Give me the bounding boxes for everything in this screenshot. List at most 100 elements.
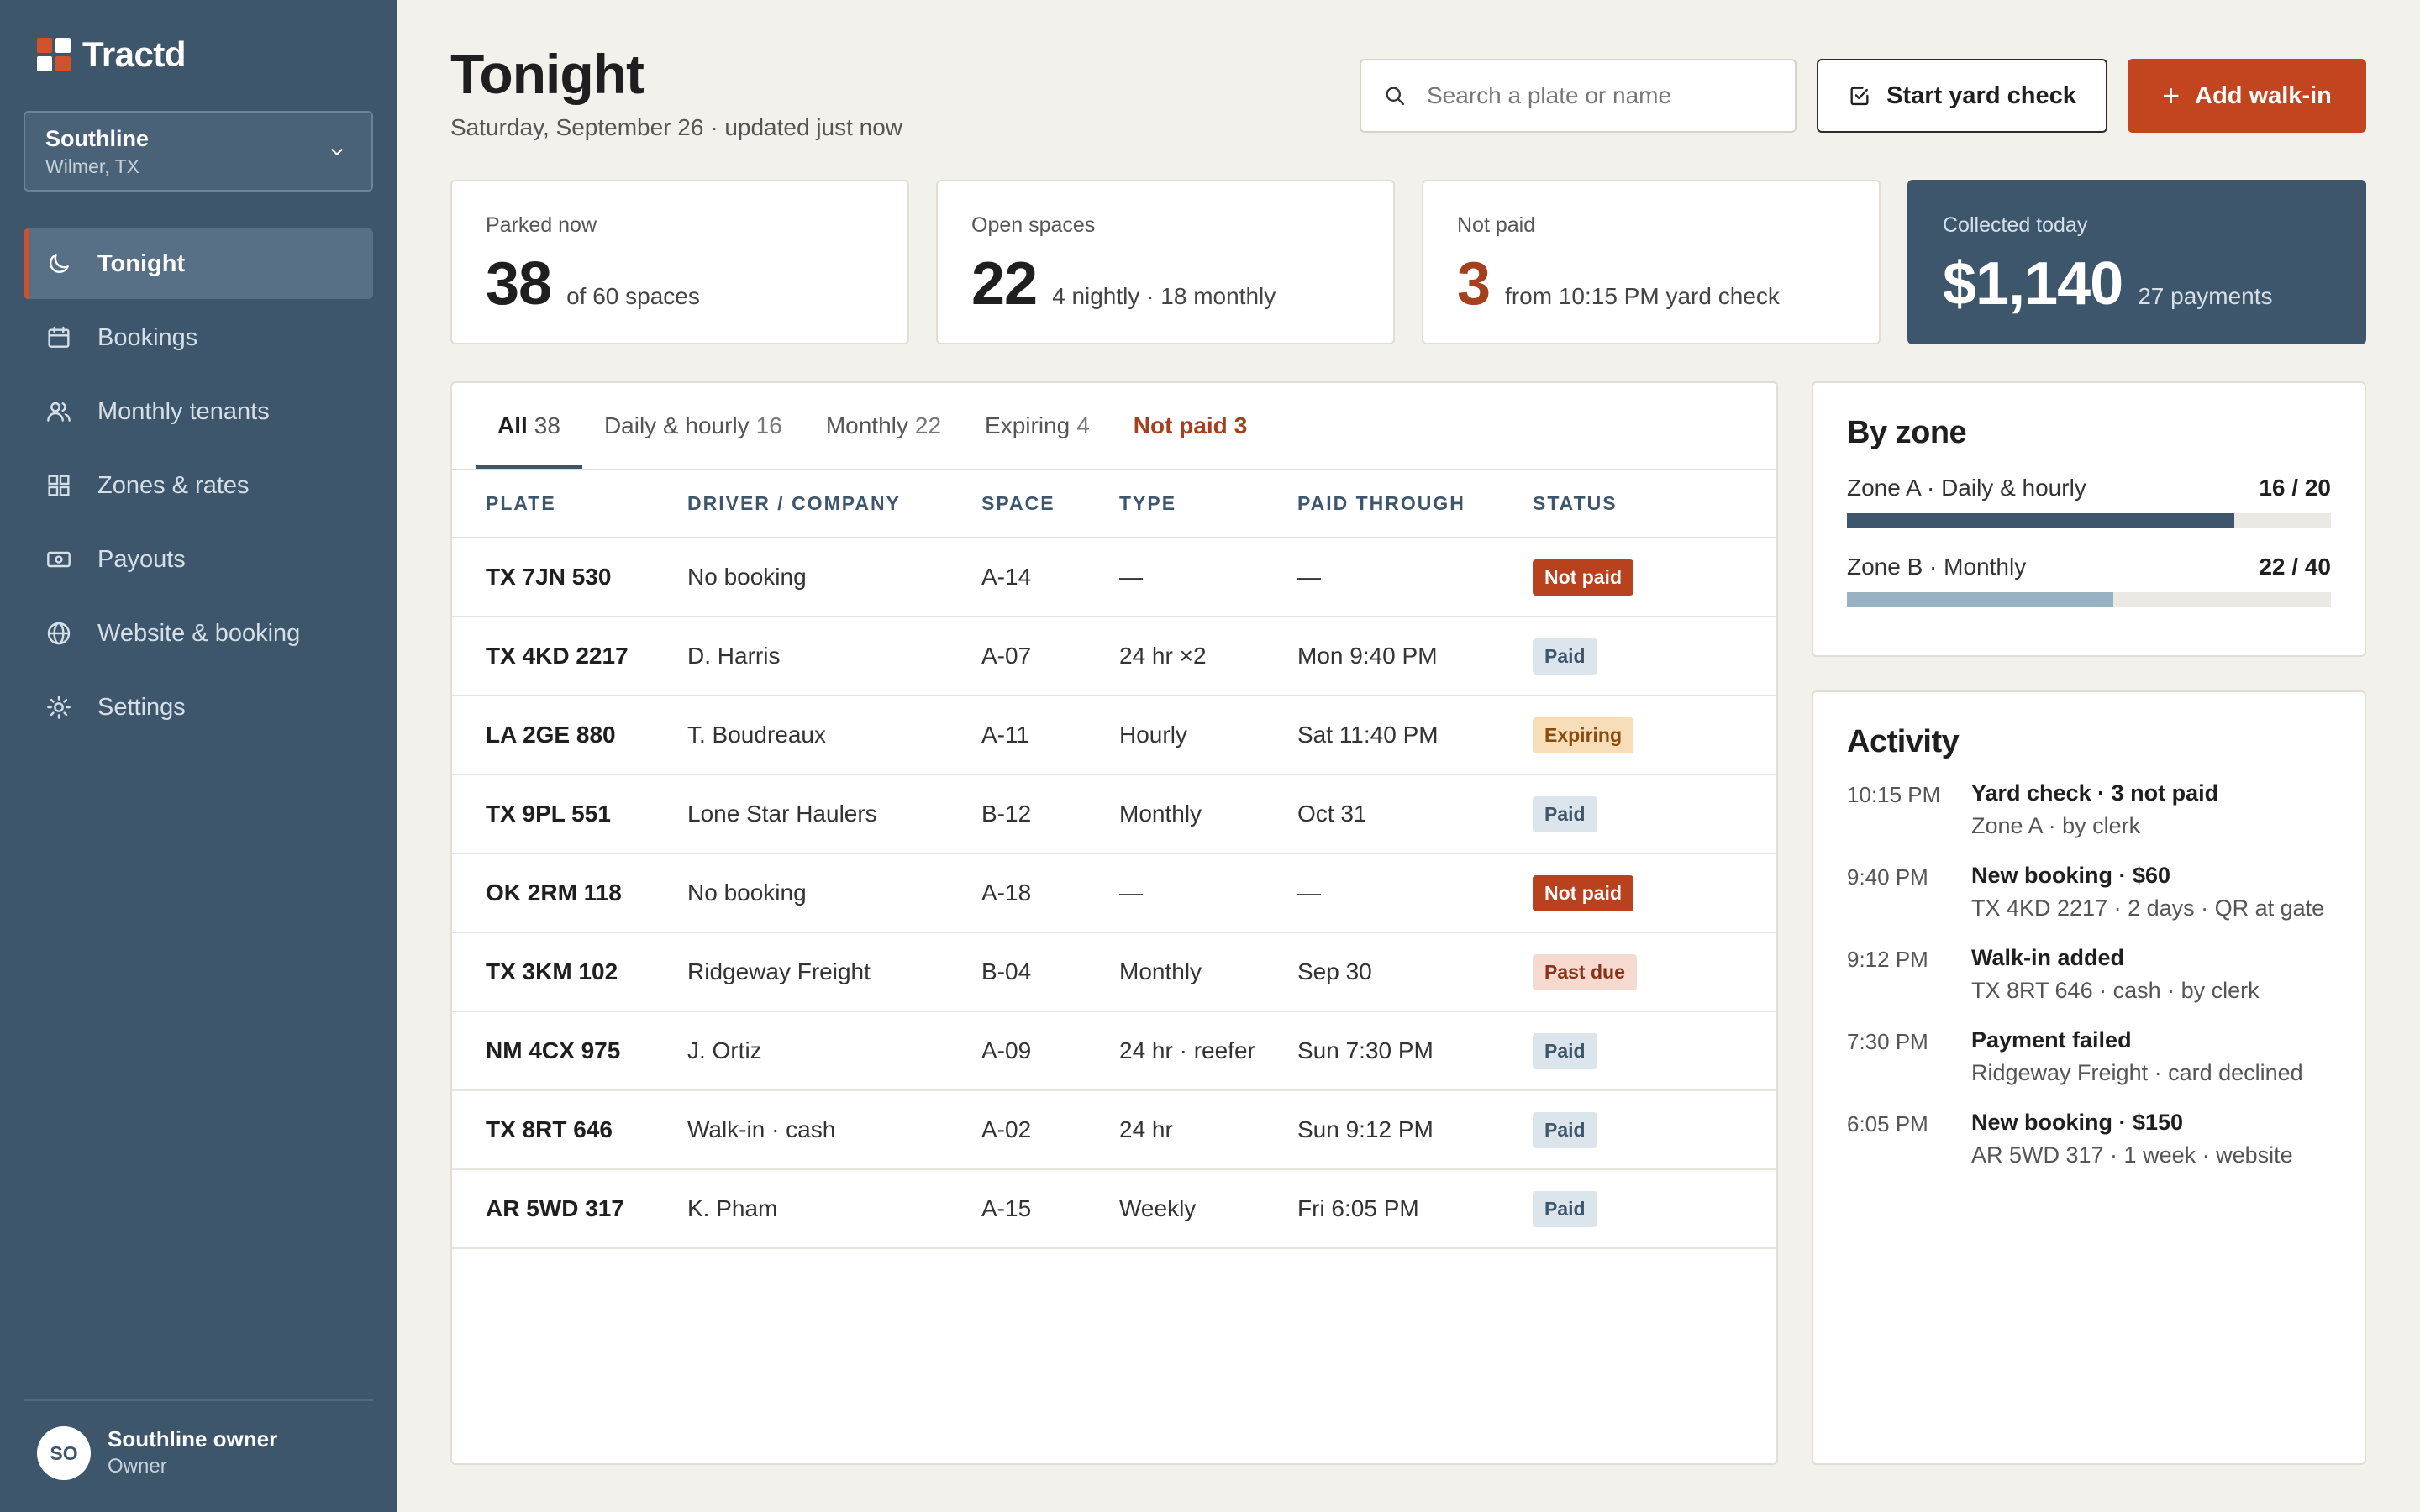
activity-item[interactable]: 10:15 PM Yard check · 3 not paid Zone A … xyxy=(1847,780,2331,839)
tab-all[interactable]: All 38 xyxy=(476,383,582,469)
table-row[interactable]: TX 9PL 551 Lone Star Haulers B-12 Monthl… xyxy=(452,774,1776,854)
type-cell: Monthly xyxy=(1119,932,1297,1012)
activity-list: 10:15 PM Yard check · 3 not paid Zone A … xyxy=(1847,780,2331,1168)
tab-count: 4 xyxy=(1076,412,1090,438)
sidebar-item-label: Monthly tenants xyxy=(97,397,270,425)
column-header-status[interactable]: STATUS xyxy=(1533,470,1776,538)
start-yard-check-button[interactable]: Start yard check xyxy=(1817,59,2107,133)
sidebar-item-zones-rates[interactable]: Zones & rates xyxy=(24,450,373,521)
calendar-icon xyxy=(45,324,72,351)
table-row[interactable]: AR 5WD 317 K. Pham A-15 Weekly Fri 6:05 … xyxy=(452,1169,1776,1249)
cash-icon xyxy=(45,546,72,573)
add-walk-in-label: Add walk-in xyxy=(2195,81,2332,109)
user-role: Owner xyxy=(108,1455,167,1478)
driver-cell: Walk-in · cash xyxy=(687,1090,981,1170)
status-cell: Expiring xyxy=(1533,696,1776,775)
table-row[interactable]: LA 2GE 880 T. Boudreaux A-11 Hourly Sat … xyxy=(452,696,1776,775)
type-cell: 24 hr ×2 xyxy=(1119,617,1297,696)
driver-cell: Ridgeway Freight xyxy=(687,932,981,1012)
zone-occupancy-bar xyxy=(1847,592,2331,607)
sidebar: Tractd Southline Wilmer, TX Tonight Book… xyxy=(0,0,397,1512)
status-cell: Not paid xyxy=(1533,538,1776,617)
tab-monthly[interactable]: Monthly 22 xyxy=(804,383,963,469)
stat-label: Parked now xyxy=(486,213,597,237)
space-cell: B-12 xyxy=(981,774,1119,854)
site-name: Southline xyxy=(45,126,149,151)
table-row[interactable]: OK 2RM 118 No booking A-18 — — Not paid xyxy=(452,853,1776,933)
site-selector[interactable]: Southline Wilmer, TX xyxy=(24,111,373,192)
sidebar-item-tonight[interactable]: Tonight xyxy=(24,228,373,299)
type-cell: 24 hr · reefer xyxy=(1119,1011,1297,1091)
zone-occupancy: 16 / 20 xyxy=(2259,475,2331,501)
table-row[interactable]: TX 8RT 646 Walk-in · cash A-02 24 hr Sun… xyxy=(452,1090,1776,1170)
status-cell: Paid xyxy=(1533,774,1776,854)
zone-occupancy-fill xyxy=(1847,592,2113,607)
sidebar-item-label: Settings xyxy=(97,693,186,721)
space-cell: A-14 xyxy=(981,538,1119,617)
plate-cell: TX 7JN 530 xyxy=(452,538,687,617)
status-cell: Paid xyxy=(1533,1090,1776,1170)
page-title: Tonight xyxy=(450,43,644,105)
zone-b[interactable]: Zone B · Monthly 22 / 40 xyxy=(1847,554,2331,607)
column-header-plate[interactable]: PLATE xyxy=(452,470,687,538)
sidebar-nav: Tonight Bookings Monthly tenants Zones &… xyxy=(24,228,373,746)
checkbox-icon xyxy=(1850,87,1869,106)
status-badge: Paid xyxy=(1533,638,1597,675)
activity-item[interactable]: 9:12 PM Walk-in added TX 8RT 646 · cash … xyxy=(1847,945,2331,1004)
stat-card-parked-now: Parked now 38 of 60 spaces xyxy=(450,180,909,344)
stat-note: 27 payments xyxy=(2138,283,2273,309)
type-cell: 24 hr xyxy=(1119,1090,1297,1170)
moon-icon xyxy=(45,250,72,277)
status-badge: Paid xyxy=(1533,1111,1597,1148)
column-header-space[interactable]: SPACE xyxy=(981,470,1119,538)
sidebar-item-bookings[interactable]: Bookings xyxy=(24,302,373,373)
activity-item[interactable]: 9:40 PM New booking · $60 TX 4KD 2217 · … xyxy=(1847,863,2331,921)
stat-card-not-paid[interactable]: Not paid 3 from 10:15 PM yard check xyxy=(1422,180,1881,344)
table-row[interactable]: TX 3KM 102 Ridgeway Freight B-04 Monthly… xyxy=(452,932,1776,1012)
tab-count: 3 xyxy=(1234,412,1248,438)
column-header-driver[interactable]: DRIVER / COMPANY xyxy=(687,470,981,538)
sidebar-item-website-booking[interactable]: Website & booking xyxy=(24,598,373,669)
sidebar-item-label: Payouts xyxy=(97,545,186,573)
table-row[interactable]: NM 4CX 975 J. Ortiz A-09 24 hr · reefer … xyxy=(452,1011,1776,1091)
activity-time: 7:30 PM xyxy=(1847,1029,1928,1054)
status-cell: Paid xyxy=(1533,617,1776,696)
zone-a[interactable]: Zone A · Daily & hourly 16 / 20 xyxy=(1847,475,2331,528)
type-cell: Hourly xyxy=(1119,696,1297,775)
sidebar-item-payouts[interactable]: Payouts xyxy=(24,524,373,595)
vehicles-panel: All 38 Daily & hourly 16 Monthly 22 Expirin… xyxy=(450,381,1778,1465)
user-menu[interactable]: SO Southline owner Owner xyxy=(24,1399,373,1512)
type-cell: — xyxy=(1119,853,1297,933)
vehicles-table: PLATE DRIVER / COMPANY SPACE TYPE PAID T… xyxy=(452,470,1776,1249)
activity-item[interactable]: 6:05 PM New booking · $150 AR 5WD 317 · … xyxy=(1847,1110,2331,1168)
tab-expiring[interactable]: Expiring 4 xyxy=(963,383,1112,469)
activity-item[interactable]: 7:30 PM Payment failed Ridgeway Freight … xyxy=(1847,1027,2331,1086)
column-header-type[interactable]: TYPE xyxy=(1119,470,1297,538)
stat-value: 3 xyxy=(1457,250,1491,318)
add-walk-in-button[interactable]: + Add walk-in xyxy=(2128,59,2366,133)
page-subtitle: Saturday, September 26 · updated just no… xyxy=(450,114,903,140)
activity-description: TX 8RT 646 · cash · by clerk xyxy=(1971,978,2260,1003)
tab-not-paid[interactable]: Not paid 3 xyxy=(1112,383,1270,469)
sidebar-item-label: Bookings xyxy=(97,323,198,351)
search-box[interactable] xyxy=(1360,59,1797,133)
tab-daily-hourly[interactable]: Daily & hourly 16 xyxy=(582,383,804,469)
space-cell: A-15 xyxy=(981,1169,1119,1249)
paid-through-cell: Sat 11:40 PM xyxy=(1297,696,1533,775)
search-input[interactable] xyxy=(1427,82,1780,109)
stat-label: Not paid xyxy=(1457,213,1536,237)
zone-occupancy-bar xyxy=(1847,513,2331,528)
column-header-paid-through[interactable]: PAID THROUGH xyxy=(1297,470,1533,538)
stat-label: Open spaces xyxy=(971,213,1096,237)
table-row[interactable]: TX 7JN 530 No booking A-14 — — Not paid xyxy=(452,538,1776,617)
tab-count: 16 xyxy=(755,412,782,438)
sidebar-item-settings[interactable]: Settings xyxy=(24,672,373,743)
sidebar-item-monthly-tenants[interactable]: Monthly tenants xyxy=(24,376,373,447)
table-row[interactable]: TX 4KD 2217 D. Harris A-07 24 hr ×2 Mon … xyxy=(452,617,1776,696)
stat-value: 22 xyxy=(971,250,1038,318)
status-badge: Paid xyxy=(1533,795,1597,832)
brand[interactable]: Tractd xyxy=(37,34,187,76)
stat-value: $1,140 xyxy=(1943,250,2123,318)
site-location: Wilmer, TX xyxy=(45,155,140,177)
space-cell: A-11 xyxy=(981,696,1119,775)
